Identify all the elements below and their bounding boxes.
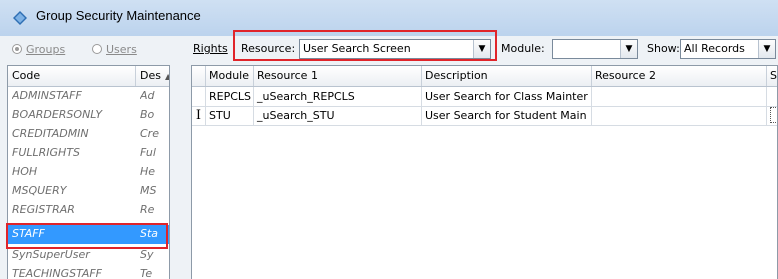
group-code: STAFF	[12, 227, 45, 240]
group-code: TEACHINGSTAFF	[12, 267, 103, 279]
rights-label-text: Rights	[193, 42, 228, 55]
resource-dropdown[interactable]: User Search Screen ▼	[299, 39, 491, 59]
radio-unselected-icon	[92, 44, 102, 54]
row-indicator	[192, 87, 206, 106]
text-cursor-icon: I	[192, 106, 206, 125]
cell-module: REPCLS	[206, 87, 254, 106]
module-label: Module:	[501, 42, 545, 55]
cell-resource-1: _uSearch_REPCLS	[254, 87, 422, 106]
cell-module: STU	[206, 106, 254, 125]
resources-grid[interactable]: Module Resource 1 Description Resource 2…	[191, 65, 778, 279]
group-code: MSQUERY	[12, 184, 67, 197]
column-header-resource-1[interactable]: Resource 1	[254, 66, 422, 86]
app-icon	[13, 11, 27, 25]
column-header-select[interactable]: Select	[767, 66, 777, 86]
group-code: FULLRIGHTS	[12, 146, 81, 159]
grid-row[interactable]: REPCLS _uSearch_REPCLS User Search for C…	[192, 87, 777, 107]
title-bar[interactable]: Group Security Maintenance	[0, 0, 778, 36]
group-description: Cre	[140, 127, 159, 140]
group-code: REGISTRAR	[12, 203, 75, 216]
group-code: SynSuperUser	[12, 248, 90, 261]
group-row[interactable]: BOARDERSONLY Bo	[8, 106, 169, 125]
group-row[interactable]: ADMINSTAFF Ad	[8, 87, 169, 106]
cell-description: User Search for Class Mainter	[422, 87, 592, 106]
show-dropdown[interactable]: All Records ▼	[680, 39, 776, 59]
chevron-down-icon[interactable]: ▼	[620, 40, 637, 58]
client-area: Groups Users Code Des ▲ ADMINSTAFF Ad BO…	[0, 30, 778, 279]
users-radio-label: Users	[106, 42, 137, 56]
cell-description: User Search for Student Main	[422, 106, 592, 125]
group-row[interactable]: REGISTRAR Re	[8, 201, 169, 220]
cell-select: ✔	[767, 87, 777, 106]
window-title: Group Security Maintenance	[36, 8, 201, 23]
group-row[interactable]: MSQUERY MS	[8, 182, 169, 201]
groups-radio[interactable]: Groups	[12, 41, 65, 57]
column-header-module[interactable]: Module	[206, 66, 254, 86]
cell-resource-1: _uSearch_STU	[254, 106, 422, 125]
show-label: Show:	[647, 42, 680, 55]
group-description: Te	[140, 267, 153, 279]
group-row[interactable]: HOH He	[8, 163, 169, 182]
groups-list[interactable]: Code Des ▲ ADMINSTAFF Ad BOARDERSONLY Bo…	[7, 65, 170, 279]
group-row[interactable]: CREDITADMIN Cre	[8, 125, 169, 144]
resource-dropdown-value: User Search Screen	[303, 42, 411, 55]
radio-selected-icon	[12, 44, 22, 54]
group-description: Bo	[140, 108, 155, 121]
group-description: Ad	[140, 89, 155, 102]
scroll-up-icon[interactable]: ▲	[165, 72, 169, 81]
group-code: HOH	[12, 165, 38, 178]
group-description: Ful	[140, 146, 156, 159]
row-indicator-header	[192, 66, 206, 86]
cell-select: ✔	[767, 106, 777, 125]
column-header-resource-2[interactable]: Resource 2	[592, 66, 767, 86]
cell-resource-2	[592, 87, 767, 106]
group-row-selected[interactable]: STAFF Sta	[8, 225, 169, 244]
chevron-down-icon[interactable]: ▼	[758, 40, 775, 58]
focus-rectangle	[770, 107, 777, 123]
groups-pane: Groups Users Code Des ▲ ADMINSTAFF Ad BO…	[0, 36, 186, 279]
cell-resource-2	[592, 106, 767, 125]
group-description: Sta	[140, 227, 159, 240]
group-row[interactable]: TEACHINGSTAFF Te	[8, 265, 169, 279]
group-code: BOARDERSONLY	[12, 108, 103, 121]
column-header-code[interactable]: Code	[8, 66, 136, 86]
group-security-window: Group Security Maintenance Groups Users …	[0, 0, 778, 279]
module-dropdown[interactable]: ▼	[552, 39, 638, 59]
resource-label: Resource:	[241, 42, 296, 55]
group-row[interactable]: FULLRIGHTS Ful	[8, 144, 169, 163]
users-radio[interactable]: Users	[92, 41, 137, 57]
groups-list-header: Code Des ▲	[8, 66, 169, 87]
show-dropdown-value: All Records	[684, 42, 745, 55]
group-description: He	[140, 165, 156, 178]
column-header-description[interactable]: Description	[422, 66, 592, 86]
groups-radio-label: Groups	[26, 42, 66, 56]
chevron-down-icon[interactable]: ▼	[473, 40, 490, 58]
group-description: Re	[140, 203, 155, 216]
grid-header: Module Resource 1 Description Resource 2…	[192, 66, 777, 87]
rights-label: Rights	[193, 42, 228, 55]
group-row[interactable]: SynSuperUser Sy	[8, 246, 169, 265]
grid-row[interactable]: I STU _uSearch_STU User Search for Stude…	[192, 106, 777, 126]
group-code: ADMINSTAFF	[12, 89, 82, 102]
group-description: Sy	[140, 248, 154, 261]
group-code: CREDITADMIN	[12, 127, 89, 140]
group-description: MS	[140, 184, 157, 197]
